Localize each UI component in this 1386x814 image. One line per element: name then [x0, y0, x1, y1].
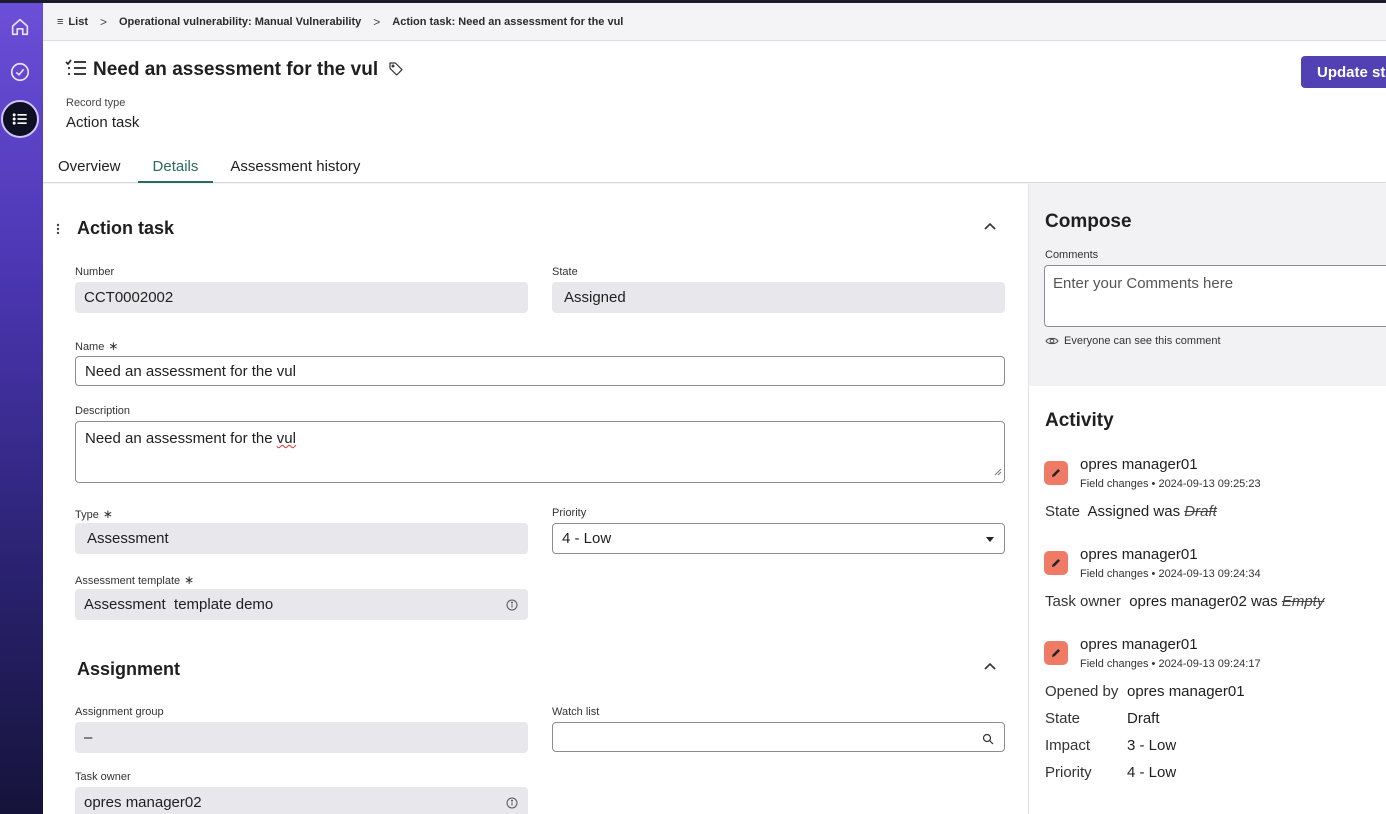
chevron-up-icon[interactable]: [982, 219, 998, 235]
tab-overview[interactable]: Overview: [43, 151, 136, 183]
task-list-icon: [65, 58, 87, 82]
dropdown-caret-icon: [986, 537, 994, 542]
details-form: Action task Number CCT0002002 State Assi…: [43, 184, 1029, 814]
breadcrumb: ≡ List > Operational vulnerability: Manu…: [43, 3, 1386, 41]
watch-list-input[interactable]: [552, 722, 1005, 752]
compose-title: Compose: [1045, 211, 1132, 232]
info-icon[interactable]: [506, 598, 518, 615]
pencil-icon: [1044, 551, 1068, 575]
activity-field-key: State: [1045, 710, 1081, 727]
side-panel: Compose Comments Enter your Comments her…: [1029, 184, 1386, 814]
resize-handle-icon[interactable]: [994, 463, 1002, 480]
activity-field-value: Draft: [1127, 710, 1160, 727]
drag-handle-icon[interactable]: [56, 222, 60, 240]
activity-title: Activity: [1045, 410, 1114, 431]
activity-field-key: Priority: [1045, 764, 1092, 781]
required-asterisk-icon: ∗: [184, 573, 195, 587]
activity-user[interactable]: opres manager01: [1080, 456, 1198, 473]
activity-field-value: 4 - Low: [1127, 764, 1177, 781]
assignment-group-label: Assignment group: [75, 706, 164, 718]
comments-label: Comments: [1045, 249, 1099, 261]
tab-assessment-history[interactable]: Assessment history: [215, 151, 375, 183]
check-circle-icon[interactable]: [6, 58, 34, 86]
breadcrumb-item-list[interactable]: List: [68, 16, 88, 28]
description-textarea[interactable]: Need an assessment for the vul: [75, 421, 1005, 483]
activity-meta: Field changes • 2024-09-13 09:24:34: [1080, 568, 1261, 580]
activity-change: State Assigned was Draft: [1045, 503, 1217, 520]
number-field: CCT0002002: [75, 282, 528, 313]
required-asterisk-icon: ∗: [108, 339, 119, 353]
type-field: Assessment: [75, 523, 528, 554]
assessment-template-field: Assessment template demo: [75, 589, 528, 620]
left-nav-rail: [0, 3, 43, 814]
info-icon[interactable]: [506, 796, 518, 813]
breadcrumb-item-vulnerability[interactable]: Operational vulnerability: Manual Vulner…: [119, 16, 361, 28]
assignment-group-field: –: [75, 722, 528, 753]
state-label: State: [552, 266, 578, 278]
task-owner-field: opres manager02: [75, 787, 528, 814]
required-asterisk-icon: ∗: [102, 507, 113, 521]
record-type-value: Action task: [66, 114, 140, 131]
comments-input[interactable]: Enter your Comments here: [1044, 265, 1386, 327]
breadcrumb-item-current: Action task: Need an assessment for the …: [392, 15, 624, 28]
chevron-right-icon: >: [99, 14, 107, 29]
activity-field-value: opres manager01: [1127, 683, 1245, 700]
list-small-icon: ≡: [57, 15, 64, 28]
section-title-action-task: Action task: [77, 218, 175, 238]
section-title-assignment: Assignment: [77, 659, 181, 679]
task-owner-label: Task owner: [75, 771, 131, 783]
chevron-up-icon[interactable]: [982, 659, 998, 675]
assessment-template-label: Assessment template ∗: [75, 573, 195, 587]
search-icon[interactable]: [982, 732, 994, 749]
compose-section: Compose Comments Enter your Comments her…: [1029, 184, 1386, 386]
record-tabs: Overview Details Assessment history: [43, 151, 375, 183]
visibility-note: Everyone can see this comment: [1045, 335, 1221, 347]
name-label: Name ∗: [75, 339, 119, 353]
activity-field-key: Opened by: [1045, 683, 1119, 700]
record-type-label: Record type: [66, 97, 126, 109]
description-label: Description: [75, 405, 131, 417]
chevron-right-icon: >: [373, 14, 381, 29]
number-label: Number: [75, 266, 115, 278]
activity-user[interactable]: opres manager01: [1080, 546, 1198, 563]
activity-change: Task owner opres manager02 was Empty: [1045, 593, 1325, 610]
eye-icon: [1045, 337, 1059, 345]
state-field: Assigned: [552, 282, 1005, 313]
list-icon[interactable]: [1, 100, 39, 138]
home-icon[interactable]: [6, 13, 34, 41]
activity-meta: Field changes • 2024-09-13 09:25:23: [1080, 478, 1261, 490]
watch-list-label: Watch list: [552, 706, 600, 718]
tab-details[interactable]: Details: [137, 151, 214, 183]
activity-meta: Field changes • 2024-09-13 09:24:17: [1080, 658, 1261, 670]
priority-label: Priority: [552, 507, 587, 519]
activity-user[interactable]: opres manager01: [1080, 636, 1198, 653]
tag-icon[interactable]: [388, 61, 404, 82]
priority-select[interactable]: 4 - Low: [552, 523, 1005, 554]
type-label: Type ∗: [75, 507, 113, 521]
record-header: Need an assessment for the vul Record ty…: [43, 41, 1386, 183]
update-state-button[interactable]: Update sta: [1301, 56, 1386, 88]
page-title: Need an assessment for the vul: [93, 59, 379, 80]
activity-field-value: 3 - Low: [1127, 737, 1177, 754]
pencil-icon: [1044, 641, 1068, 665]
activity-field-key: Impact: [1045, 737, 1091, 754]
name-input[interactable]: Need an assessment for the vul: [75, 356, 1005, 386]
pencil-icon: [1044, 461, 1068, 485]
